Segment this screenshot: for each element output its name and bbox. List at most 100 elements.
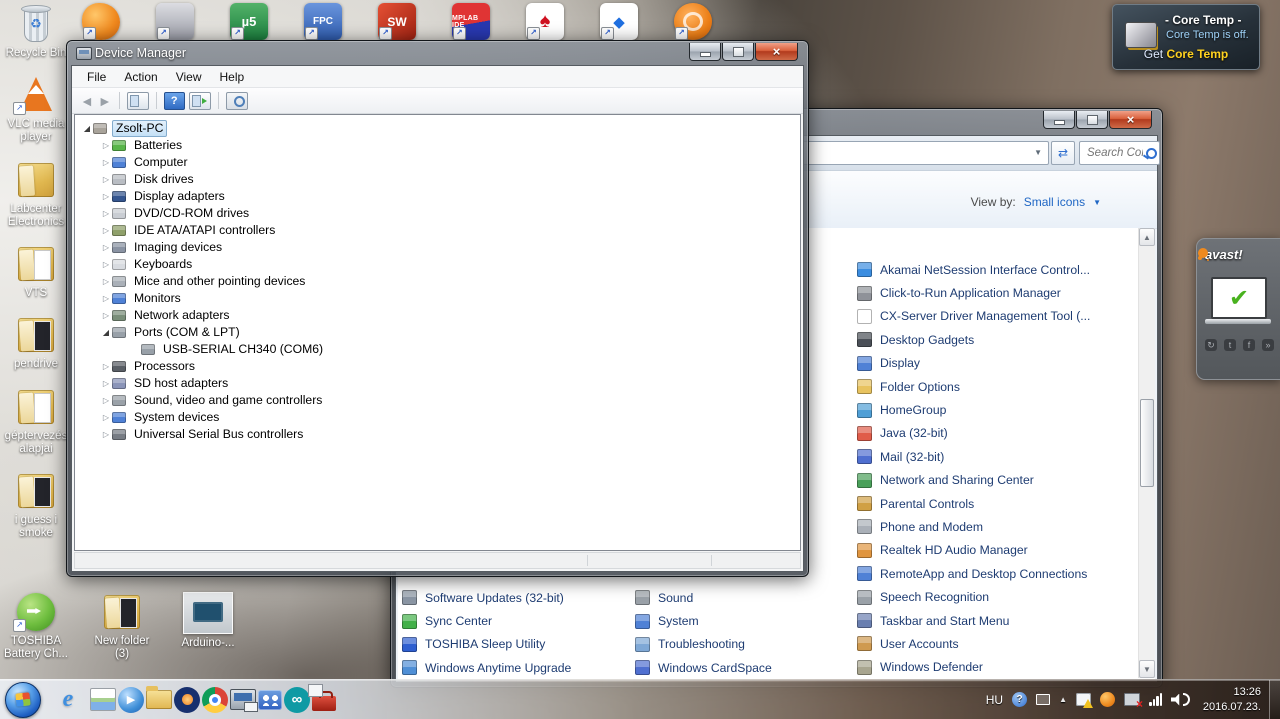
core-temp-gadget[interactable]: - Core Temp - Core Temp is off. Get Core… — [1112, 4, 1260, 70]
cp-item-parental-controls[interactable]: Parental Controls — [857, 492, 1090, 515]
dropbox-shortcut-icon[interactable]: ◆ ↗ — [600, 3, 638, 40]
mplab-ide-shortcut-icon[interactable]: MPLAB IDE ↗ — [452, 3, 490, 40]
vertical-scrollbar[interactable]: ▲ ▼ — [1138, 228, 1155, 678]
menu-help[interactable]: Help — [211, 68, 254, 86]
language-indicator[interactable]: HU — [986, 693, 1003, 707]
menu-action[interactable]: Action — [115, 68, 166, 86]
tree-expander-icon[interactable]: ▷ — [100, 141, 112, 150]
cp-item-user-accounts[interactable]: User Accounts — [857, 632, 1090, 655]
taskbar-paint-button[interactable] — [90, 688, 116, 711]
window-tray-icon[interactable] — [1036, 694, 1051, 705]
taskbar-toolbox-button[interactable] — [308, 684, 336, 711]
network-signal-icon[interactable] — [1149, 693, 1162, 706]
cp-item-realtek-hd-audio[interactable]: Realtek HD Audio Manager — [857, 539, 1090, 562]
taskbar-audacity-button[interactable] — [174, 686, 200, 713]
tree-expander-icon[interactable]: ▷ — [100, 379, 112, 388]
desktop-icon-new-folder-3[interactable]: New folder (3) — [88, 592, 156, 661]
cp-item-windows-cardspace[interactable]: Windows CardSpace — [635, 656, 772, 679]
avast-shortcut-icon[interactable]: ↗ — [82, 3, 120, 40]
tree-item-ports-com-lpt[interactable]: ◢ Ports (COM & LPT) — [77, 324, 800, 341]
taskbar-device-manager-button[interactable] — [230, 689, 258, 712]
cp-item-network-sharing-center[interactable]: Network and Sharing Center — [857, 469, 1090, 492]
show-desktop-button[interactable] — [1269, 680, 1280, 719]
back-icon[interactable]: ◄ — [80, 94, 94, 108]
minimize-button[interactable] — [1043, 111, 1075, 129]
help-icon[interactable]: ? — [163, 91, 185, 110]
cp-item-system[interactable]: System — [635, 609, 772, 632]
close-button[interactable]: × — [755, 43, 798, 61]
help-tray-icon[interactable]: ? — [1012, 692, 1028, 707]
tree-item-computer[interactable]: ▷ Computer — [77, 154, 800, 171]
tree-expander-icon[interactable]: ▷ — [100, 158, 112, 167]
tree-item-zsolt-pc[interactable]: ◢ Zsolt-PC — [77, 120, 800, 137]
maximize-button[interactable] — [722, 43, 754, 61]
tree-item-usb-serial-ch340-com6[interactable]: USB-SERIAL CH340 (COM6) — [77, 341, 800, 358]
scrollbar-thumb[interactable] — [1140, 399, 1154, 487]
cp-item-troubleshooting[interactable]: Troubleshooting — [635, 633, 772, 656]
media-suite-shortcut-icon[interactable]: ↗ — [156, 3, 194, 40]
cp-item-windows-anytime-upgrade[interactable]: Windows Anytime Upgrade — [402, 656, 571, 679]
desktop-icon-vlc[interactable]: ↗ VLC media player — [2, 75, 70, 144]
tree-item-processors[interactable]: ▷ Processors — [77, 358, 800, 375]
pokerstars-shortcut-icon[interactable]: ♠ ↗ — [526, 3, 564, 40]
tree-item-ide-ata-atapi-controllers[interactable]: ▷ IDE ATA/ATAPI controllers — [77, 222, 800, 239]
taskbar-arduino-button[interactable]: ∞ — [284, 686, 310, 713]
tree-expander-icon[interactable]: ▷ — [100, 311, 112, 320]
search-input[interactable] — [1085, 146, 1145, 160]
action-pane-icon[interactable] — [188, 91, 211, 110]
taskbar-chrome-button[interactable] — [202, 686, 228, 713]
tree-item-display-adapters[interactable]: ▷ Display adapters — [77, 188, 800, 205]
tree-item-imaging-devices[interactable]: ▷ Imaging devices — [77, 239, 800, 256]
keil-uvision5-shortcut-icon[interactable]: µ5 ↗ — [230, 3, 268, 40]
tree-item-mice[interactable]: ▷ Mice and other pointing devices — [77, 273, 800, 290]
tree-item-system-devices[interactable]: ▷ System devices — [77, 409, 800, 426]
tree-expander-icon[interactable]: ▷ — [100, 430, 112, 439]
desktop-icon-labcenter[interactable]: Labcenter Electronics — [2, 160, 70, 229]
refresh-button[interactable]: ⇄ — [1051, 141, 1075, 165]
tree-expander-icon[interactable]: ▷ — [100, 277, 112, 286]
minimize-button[interactable] — [689, 43, 721, 61]
menu-file[interactable]: File — [78, 68, 115, 86]
tree-item-keyboards[interactable]: ▷ Keyboards — [77, 256, 800, 273]
cp-item-phone-modem[interactable]: Phone and Modem — [857, 515, 1090, 538]
cp-item-sync-center[interactable]: Sync Center — [402, 609, 571, 632]
maximize-button[interactable] — [1076, 111, 1108, 129]
desktop-icon-toshiba-battery[interactable]: ↗ TOSHIBA Battery Ch... — [2, 592, 70, 661]
view-by-value[interactable]: Small icons — [1024, 195, 1085, 209]
cp-item-java[interactable]: Java (32-bit) — [857, 422, 1090, 445]
tree-item-monitors[interactable]: ▷ Monitors — [77, 290, 800, 307]
close-button[interactable]: × — [1109, 111, 1152, 129]
desktop-icon-recycle-bin[interactable]: ♻ Recycle Bin — [2, 4, 70, 60]
search-box[interactable] — [1079, 141, 1160, 165]
avast-tray-icon[interactable] — [1100, 692, 1115, 707]
cp-item-click-to-run[interactable]: Click-to-Run Application Manager — [857, 281, 1090, 304]
taskbar-explorer-button[interactable] — [146, 686, 172, 709]
cp-item-toshiba-sleep-utility[interactable]: TOSHIBA Sleep Utility — [402, 633, 571, 656]
tree-item-usb-controllers[interactable]: ▷ Universal Serial Bus controllers — [77, 426, 800, 443]
tree-item-disk-drives[interactable]: ▷ Disk drives — [77, 171, 800, 188]
cp-item-display[interactable]: Display — [857, 352, 1090, 375]
forward-icon[interactable]: ► — [98, 94, 112, 108]
console-tree-icon[interactable] — [126, 91, 149, 110]
menu-view[interactable]: View — [167, 68, 211, 86]
tree-expander-icon[interactable]: ▷ — [100, 260, 112, 269]
tree-expander-icon[interactable]: ▷ — [100, 294, 112, 303]
orange-wheel-shortcut-icon[interactable]: ↗ — [674, 3, 712, 40]
cp-item-remoteapp[interactable]: RemoteApp and Desktop Connections — [857, 562, 1090, 585]
tree-expander-icon[interactable]: ▷ — [100, 175, 112, 184]
chevron-down-icon[interactable]: ▼ — [1093, 198, 1101, 207]
cp-item-desktop-gadgets[interactable]: Desktop Gadgets — [857, 328, 1090, 351]
taskbar-ie-button[interactable]: e — [48, 683, 88, 717]
cp-item-taskbar-start-menu[interactable]: Taskbar and Start Menu — [857, 609, 1090, 632]
cp-item-homegroup[interactable]: HomeGroup — [857, 398, 1090, 421]
tree-expander-icon[interactable]: ◢ — [81, 124, 93, 133]
cp-item-software-updates[interactable]: Software Updates (32-bit) — [402, 586, 571, 609]
desktop-icon-i-guess-i-smoke[interactable]: i guess i smoke — [2, 471, 70, 540]
safely-remove-hardware-icon[interactable] — [1124, 693, 1143, 711]
cp-item-speech-recognition[interactable]: Speech Recognition — [857, 585, 1090, 608]
avast-panel[interactable]: avast! ✔ ↻ t f » — [1196, 238, 1280, 380]
desktop-icon-arduino-photo[interactable]: Arduino-... — [174, 592, 242, 661]
scroll-down-icon[interactable]: ▼ — [1139, 660, 1155, 678]
taskbar-wmp-button[interactable]: ▶ — [118, 686, 144, 713]
taskbar-control-panel-button[interactable] — [258, 689, 282, 710]
